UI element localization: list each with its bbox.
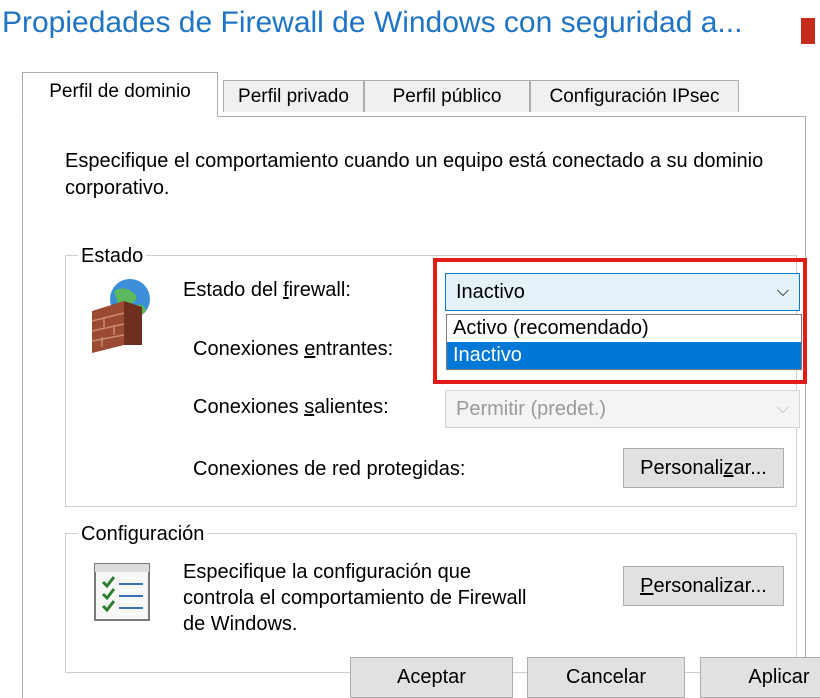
tab-ipsec-settings[interactable]: Configuración IPsec — [530, 80, 739, 112]
outbound-connections-value: Permitir (predet.) — [456, 398, 607, 420]
firewall-brick-icon — [80, 275, 160, 355]
profile-description: Especifique el comportamiento cuando un … — [65, 150, 764, 199]
outbound-connections-label: Conexiones salientes: — [193, 396, 389, 418]
inbound-connections-label: Conexiones entrantes: — [193, 338, 394, 360]
window-title: Propiedades de Firewall de Windows con s… — [2, 6, 743, 39]
settings-description-line3: de Windows. — [183, 613, 298, 635]
tab-domain-profile[interactable]: Perfil de dominio — [22, 72, 218, 117]
close-button[interactable] — [801, 18, 815, 44]
settings-description-line2: controla el comportamiento de Firewall — [183, 587, 527, 609]
settings-group-label: Configuración — [78, 522, 208, 546]
chevron-down-icon: ⌵ — [776, 400, 789, 417]
tab-private-profile[interactable]: Perfil privado — [223, 80, 364, 112]
state-group-label: Estado — [78, 244, 147, 268]
customize-protected-button[interactable]: Personalizar... — [623, 448, 784, 488]
annotation-highlight-box — [433, 258, 807, 384]
tab-public-profile[interactable]: Perfil público — [364, 80, 530, 112]
protected-connections-label: Conexiones de red protegidas: — [193, 458, 466, 480]
checklist-icon — [93, 562, 153, 624]
customize-settings-button[interactable]: Personalizar... — [623, 566, 784, 606]
settings-description-line1: Especifique la configuración que — [183, 561, 471, 583]
outbound-connections-select[interactable]: Permitir (predet.) ⌵ — [445, 390, 800, 428]
cancel-button[interactable]: Cancelar — [527, 657, 685, 698]
ok-button[interactable]: Aceptar — [350, 657, 513, 698]
firewall-state-label: Estado del firewall: — [183, 279, 351, 301]
apply-button[interactable]: Aplicar — [700, 657, 820, 698]
